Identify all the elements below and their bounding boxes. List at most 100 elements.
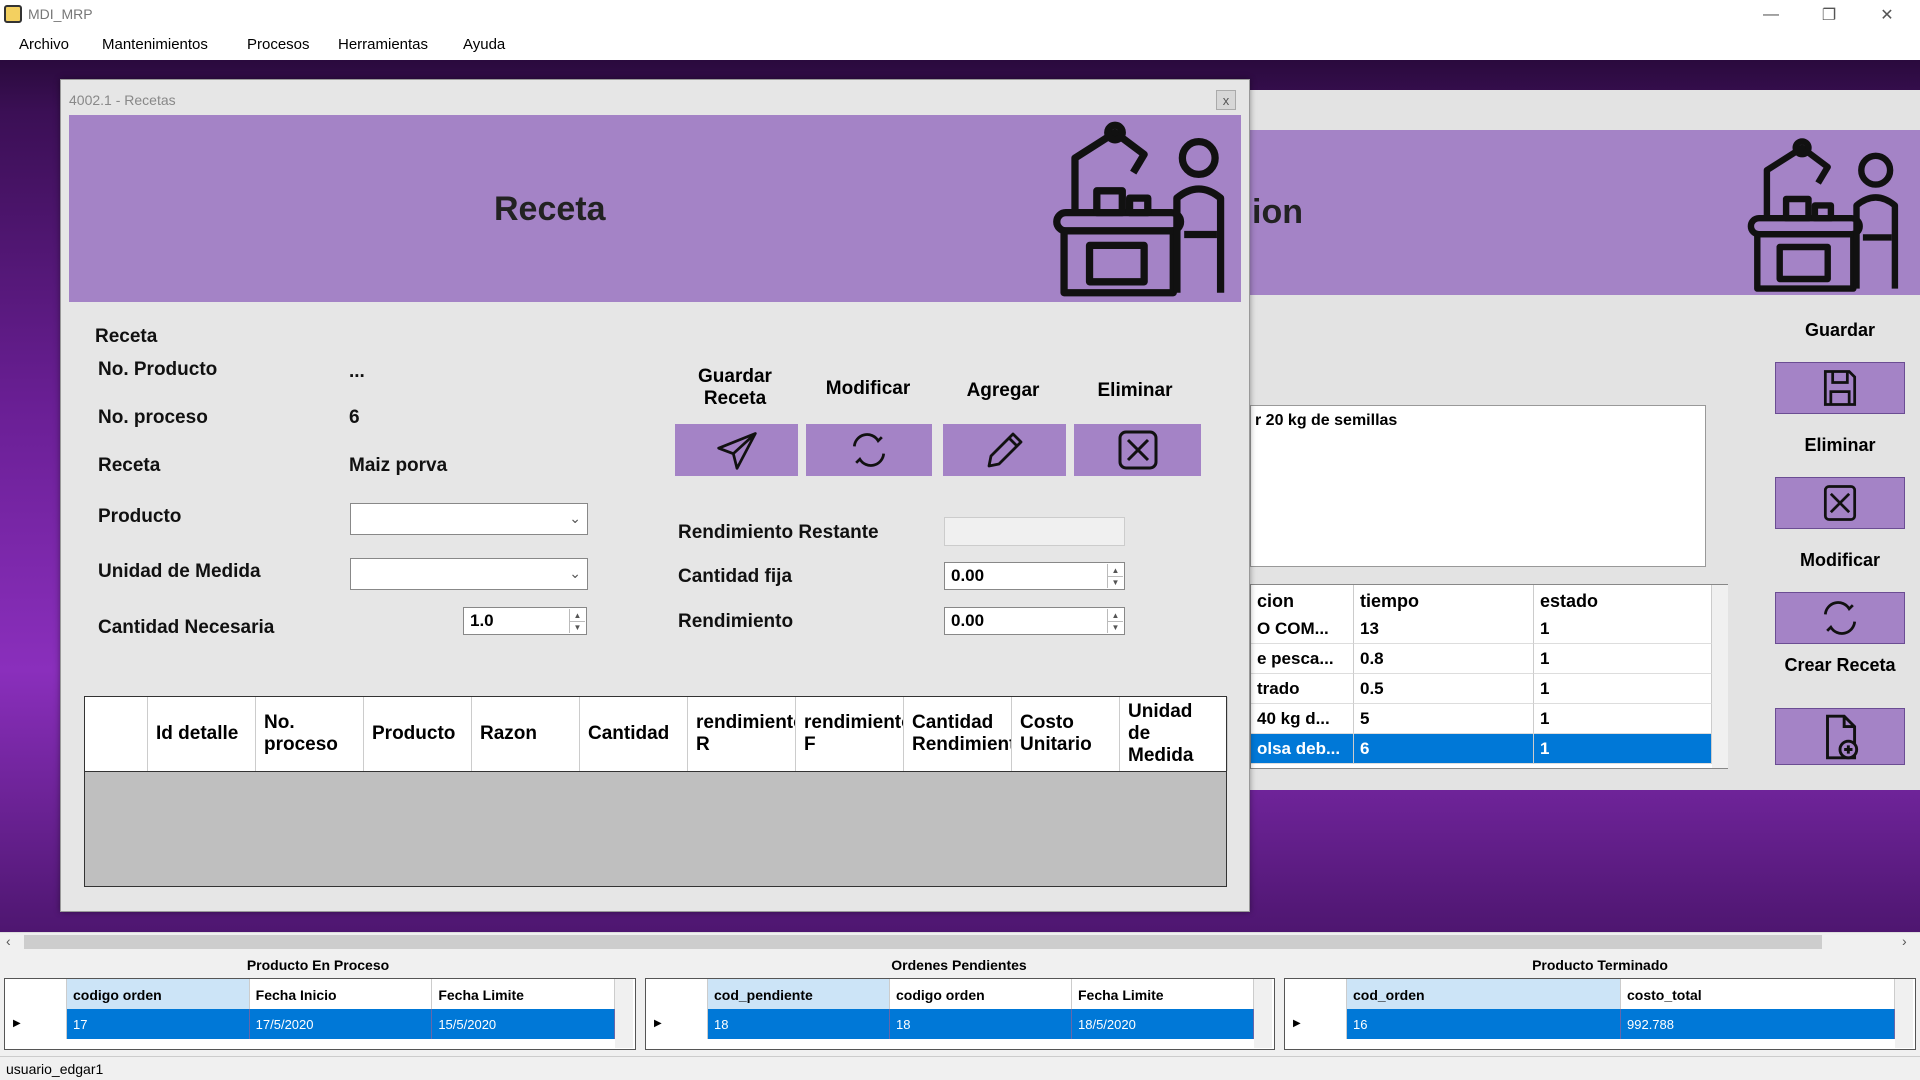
menu-mantenimientos[interactable]: Mantenimientos xyxy=(102,36,208,53)
detail-column-header[interactable]: Razon xyxy=(472,697,580,771)
scroll-thumb[interactable] xyxy=(24,935,1822,949)
modify-label: Modificar xyxy=(825,378,911,399)
grid-cell[interactable]: 18 xyxy=(890,1009,1072,1039)
add-button[interactable] xyxy=(943,424,1066,476)
detail-column-header[interactable]: Producto xyxy=(364,697,472,771)
grid-column-header[interactable]: cod_pendiente xyxy=(708,979,890,1009)
spin-down-icon[interactable]: ▼ xyxy=(1107,576,1123,588)
row-selector-icon[interactable]: ▶ xyxy=(1285,1009,1347,1039)
bg-save-button[interactable] xyxy=(1775,362,1905,414)
in-process-title: Producto En Proceso xyxy=(246,957,390,973)
bg-grid-cell[interactable]: 13 xyxy=(1354,614,1534,644)
menu-archivo[interactable]: Archivo xyxy=(19,36,69,53)
spin-down-icon[interactable]: ▼ xyxy=(569,621,585,633)
bg-grid-header: estado xyxy=(1534,585,1712,615)
cantidad-fija-spinner[interactable]: 0.00 ▲ ▼ xyxy=(944,562,1125,590)
chevron-left-icon[interactable]: ‹ xyxy=(6,933,11,949)
bg-description-box[interactable]: r 20 kg de semillas xyxy=(1250,405,1706,567)
menu-herramientas[interactable]: Herramientas xyxy=(338,36,428,53)
detail-column-header[interactable]: Costo Unitario xyxy=(1012,697,1120,771)
unidad-label: Unidad de Medida xyxy=(98,561,261,582)
grid-cell[interactable]: 17/5/2020 xyxy=(249,1009,433,1039)
grid-column-header[interactable]: cod_orden xyxy=(1347,979,1621,1009)
grid-cell[interactable]: 16 xyxy=(1347,1009,1621,1039)
detail-column-header[interactable]: Id detalle xyxy=(148,697,256,771)
unidad-combo[interactable]: ⌄ xyxy=(350,558,588,590)
spin-up-icon[interactable]: ▲ xyxy=(1107,609,1123,621)
detail-column-header[interactable]: No. proceso xyxy=(256,697,364,771)
minimize-button[interactable]: — xyxy=(1742,0,1800,30)
bg-grid-cell[interactable]: 1 xyxy=(1534,614,1712,644)
form-close-button[interactable]: x xyxy=(1216,90,1236,110)
bg-grid-cell[interactable]: e pesca... xyxy=(1251,644,1354,674)
rendimiento-restante-field xyxy=(944,517,1125,546)
grid-column-header[interactable]: Fecha Limite xyxy=(432,979,615,1009)
bg-grid-cell[interactable]: 1 xyxy=(1534,644,1712,674)
grid-column-header[interactable]: codigo orden xyxy=(890,979,1072,1009)
bg-grid-cell[interactable]: 5 xyxy=(1354,704,1534,734)
delete-button[interactable] xyxy=(1074,424,1201,476)
finished-title: Producto Terminado xyxy=(1532,957,1668,973)
detail-column-header[interactable]: Unidad de Medida xyxy=(1120,697,1228,771)
factory-icon xyxy=(1747,138,1899,292)
bg-grid-cell[interactable]: 0.8 xyxy=(1354,644,1534,674)
spin-down-icon[interactable]: ▼ xyxy=(1107,621,1123,633)
delete-icon xyxy=(1118,430,1157,470)
row-selector-icon[interactable]: ▶ xyxy=(5,1009,67,1039)
cantidad-necesaria-label: Cantidad Necesaria xyxy=(98,617,275,638)
grid-scrollbar[interactable] xyxy=(1254,979,1272,1048)
chevron-right-icon[interactable]: › xyxy=(1902,933,1907,949)
bg-grid-cell[interactable]: olsa deb... xyxy=(1251,734,1354,764)
bg-grid-scrollbar[interactable] xyxy=(1712,585,1728,768)
cantidad-necesaria-spinner[interactable]: 1.0 ▲ ▼ xyxy=(463,607,587,635)
modify-button[interactable] xyxy=(806,424,932,476)
rendimiento-restante-label: Rendimiento Restante xyxy=(678,522,879,543)
add-label: Agregar xyxy=(966,380,1040,401)
grid-scrollbar[interactable] xyxy=(615,979,633,1048)
grid-column-header[interactable]: Fecha Limite xyxy=(1072,979,1254,1009)
send-icon xyxy=(716,432,757,470)
bg-description-text: r 20 kg de semillas xyxy=(1255,412,1398,429)
grid-cell[interactable]: 17 xyxy=(67,1009,250,1039)
rendimiento-spinner[interactable]: 0.00 ▲ ▼ xyxy=(944,607,1125,635)
background-title: ion xyxy=(1252,193,1303,231)
bg-create-recipe-button[interactable] xyxy=(1775,708,1905,765)
grid-cell[interactable]: 992.788 xyxy=(1621,1009,1895,1039)
grid-column-header[interactable]: costo_total xyxy=(1621,979,1895,1009)
new-file-icon xyxy=(1826,714,1859,759)
save-recipe-button[interactable] xyxy=(675,424,798,476)
no-producto-label: No. Producto xyxy=(98,359,218,380)
grid-cell[interactable]: 15/5/2020 xyxy=(432,1009,615,1039)
detail-column-header[interactable]: rendimiento F xyxy=(796,697,904,771)
bg-grid-cell[interactable]: O COM... xyxy=(1251,614,1354,644)
grid-scrollbar[interactable] xyxy=(1895,979,1913,1048)
no-proceso-value: 6 xyxy=(349,407,360,428)
bg-grid-cell[interactable]: 6 xyxy=(1354,734,1534,764)
close-button[interactable]: ✕ xyxy=(1858,0,1916,30)
bg-grid-cell[interactable]: 1 xyxy=(1534,704,1712,734)
spin-up-icon[interactable]: ▲ xyxy=(1107,564,1123,576)
grid-column-header[interactable]: codigo orden xyxy=(67,979,250,1009)
detail-column-header[interactable]: rendimiento R xyxy=(688,697,796,771)
menu-procesos[interactable]: Procesos xyxy=(247,36,310,53)
spin-up-icon[interactable]: ▲ xyxy=(569,609,585,621)
bg-grid-cell[interactable]: 40 kg d... xyxy=(1251,704,1354,734)
restore-button[interactable]: ❐ xyxy=(1800,0,1858,30)
grid-cell[interactable]: 18/5/2020 xyxy=(1072,1009,1254,1039)
grid-column-header[interactable]: Fecha Inicio xyxy=(249,979,433,1009)
bg-grid-header: tiempo xyxy=(1354,585,1534,615)
pencil-icon xyxy=(987,432,1022,468)
menu-ayuda[interactable]: Ayuda xyxy=(463,36,505,53)
bg-modify-button[interactable] xyxy=(1775,592,1905,644)
bg-grid-cell[interactable]: 1 xyxy=(1534,734,1712,764)
detail-column-header[interactable]: Cantidad Rendimiento xyxy=(904,697,1012,771)
bg-delete-button[interactable] xyxy=(1775,477,1905,529)
producto-combo[interactable]: ⌄ xyxy=(350,503,588,535)
bg-grid-cell[interactable]: 1 xyxy=(1534,674,1712,704)
bg-grid-cell[interactable]: 0.5 xyxy=(1354,674,1534,704)
detail-column-header[interactable]: Cantidad xyxy=(580,697,688,771)
app-title: MDI_MRP xyxy=(28,6,93,22)
bg-grid-cell[interactable]: trado xyxy=(1251,674,1354,704)
grid-cell[interactable]: 18 xyxy=(708,1009,890,1039)
row-selector-icon[interactable]: ▶ xyxy=(646,1009,708,1039)
